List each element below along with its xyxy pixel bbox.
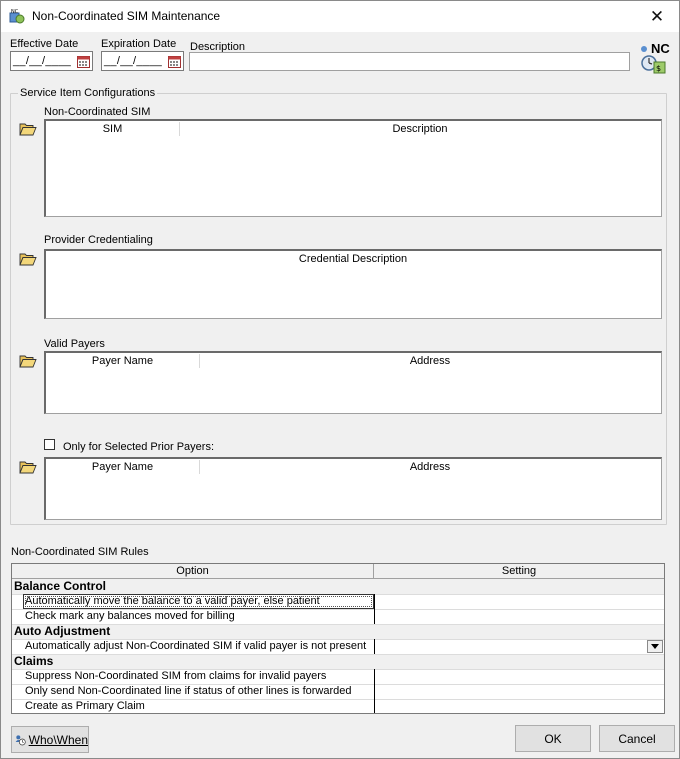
setting-cell[interactable] bbox=[375, 699, 664, 714]
cancel-button[interactable]: Cancel bbox=[599, 725, 675, 752]
setting-cell[interactable] bbox=[375, 684, 664, 699]
chevron-down-icon bbox=[651, 644, 659, 649]
rules-grid: Option Setting Balance Control Automatic… bbox=[11, 563, 665, 714]
open-folder-icon[interactable] bbox=[19, 251, 37, 267]
calendar-icon[interactable] bbox=[77, 55, 90, 68]
nc-badge-icon: $ bbox=[641, 46, 666, 74]
row-divider bbox=[12, 624, 664, 625]
column-header-sim[interactable]: SIM bbox=[46, 121, 179, 137]
non-coordinated-sim-label: Non-Coordinated SIM bbox=[44, 106, 151, 118]
provider-credentialing-list[interactable]: Credential Description bbox=[44, 249, 662, 319]
row-divider bbox=[12, 654, 664, 655]
column-divider bbox=[374, 594, 375, 624]
column-header-address[interactable]: Address bbox=[200, 353, 660, 369]
cancel-label: Cancel bbox=[618, 731, 656, 746]
rule-category-balance-control: Balance Control bbox=[12, 579, 664, 594]
prior-payers-list[interactable]: Payer Name Address bbox=[44, 457, 662, 520]
dropdown-button[interactable] bbox=[647, 640, 663, 653]
rule-category-auto-adjustment: Auto Adjustment bbox=[12, 624, 664, 639]
column-header-option[interactable]: Option bbox=[12, 564, 374, 579]
title-bar: NC Non-Coordinated SIM Maintenance ✕ bbox=[1, 1, 679, 32]
expiration-date-label: Expiration Date bbox=[101, 38, 177, 50]
rule-row[interactable]: Check mark any balances moved for billin… bbox=[12, 609, 374, 624]
rule-option-label: Automatically adjust Non-Coordinated SIM… bbox=[25, 640, 367, 652]
open-folder-icon[interactable] bbox=[19, 459, 37, 475]
svg-text:NC: NC bbox=[11, 9, 19, 15]
focused-row-indicator bbox=[23, 594, 374, 609]
who-when-icon bbox=[15, 734, 26, 745]
service-item-legend: Service Item Configurations bbox=[18, 87, 158, 99]
rule-option-label: Create as Primary Claim bbox=[25, 700, 145, 712]
setting-dropdown[interactable] bbox=[375, 639, 664, 654]
column-header-credential-description[interactable]: Credential Description bbox=[46, 251, 660, 267]
close-button[interactable]: ✕ bbox=[635, 1, 679, 32]
ok-label: OK bbox=[544, 731, 562, 746]
rule-option-label: Only send Non-Coordinated line if status… bbox=[25, 685, 352, 697]
rule-row[interactable]: Suppress Non-Coordinated SIM from claims… bbox=[12, 669, 374, 684]
setting-cell[interactable] bbox=[375, 609, 664, 624]
nc-badge: NC $ bbox=[637, 41, 671, 75]
dialog-window: NC Non-Coordinated SIM Maintenance ✕ Eff… bbox=[0, 0, 680, 759]
svg-text:$: $ bbox=[656, 64, 661, 73]
open-folder-icon[interactable] bbox=[19, 353, 37, 369]
rule-option-label: Check mark any balances moved for billin… bbox=[25, 610, 235, 622]
setting-cell[interactable] bbox=[375, 669, 664, 684]
setting-cell[interactable] bbox=[375, 594, 664, 609]
who-when-button[interactable]: Who\When bbox=[11, 726, 89, 753]
rule-category-label: Balance Control bbox=[14, 579, 107, 593]
expiration-date-field[interactable]: __/__/____ bbox=[101, 51, 184, 71]
rule-row[interactable]: Only send Non-Coordinated line if status… bbox=[12, 684, 374, 699]
expiration-date-value: __/__/____ bbox=[104, 55, 163, 67]
column-divider bbox=[374, 669, 375, 713]
effective-date-label: Effective Date bbox=[10, 38, 79, 50]
column-header-payer-name[interactable]: Payer Name bbox=[46, 459, 199, 475]
rules-title: Non-Coordinated SIM Rules bbox=[11, 546, 149, 558]
prior-payers-checkbox-label[interactable]: Only for Selected Prior Payers: bbox=[63, 441, 214, 453]
rule-category-label: Claims bbox=[14, 654, 54, 668]
ok-button[interactable]: OK bbox=[515, 725, 591, 752]
valid-payers-list[interactable]: Payer Name Address bbox=[44, 351, 662, 414]
valid-payers-label: Valid Payers bbox=[44, 338, 105, 350]
column-divider bbox=[374, 639, 375, 654]
prior-payers-checkbox[interactable] bbox=[44, 439, 55, 450]
effective-date-value: __/__/____ bbox=[13, 55, 72, 67]
nc-app-icon: NC bbox=[9, 9, 25, 24]
who-when-label: Who\When bbox=[28, 732, 88, 747]
rule-category-claims: Claims bbox=[12, 654, 664, 669]
description-input[interactable] bbox=[189, 52, 630, 71]
effective-date-field[interactable]: __/__/____ bbox=[10, 51, 93, 71]
open-folder-icon[interactable] bbox=[19, 121, 37, 137]
non-coordinated-sim-list[interactable]: SIM Description bbox=[44, 119, 662, 217]
window-title: Non-Coordinated SIM Maintenance bbox=[32, 9, 221, 23]
column-header-description[interactable]: Description bbox=[180, 121, 660, 137]
close-icon: ✕ bbox=[649, 6, 665, 26]
column-header-payer-name[interactable]: Payer Name bbox=[46, 353, 199, 369]
rule-option-label: Suppress Non-Coordinated SIM from claims… bbox=[25, 670, 327, 682]
column-header-setting[interactable]: Setting bbox=[374, 564, 664, 579]
rule-category-label: Auto Adjustment bbox=[14, 624, 111, 638]
rule-row[interactable]: Automatically adjust Non-Coordinated SIM… bbox=[12, 639, 374, 654]
provider-credentialing-label: Provider Credentialing bbox=[44, 234, 153, 246]
calendar-icon[interactable] bbox=[168, 55, 181, 68]
rule-row[interactable]: Create as Primary Claim bbox=[12, 699, 374, 714]
column-header-address[interactable]: Address bbox=[200, 459, 660, 475]
